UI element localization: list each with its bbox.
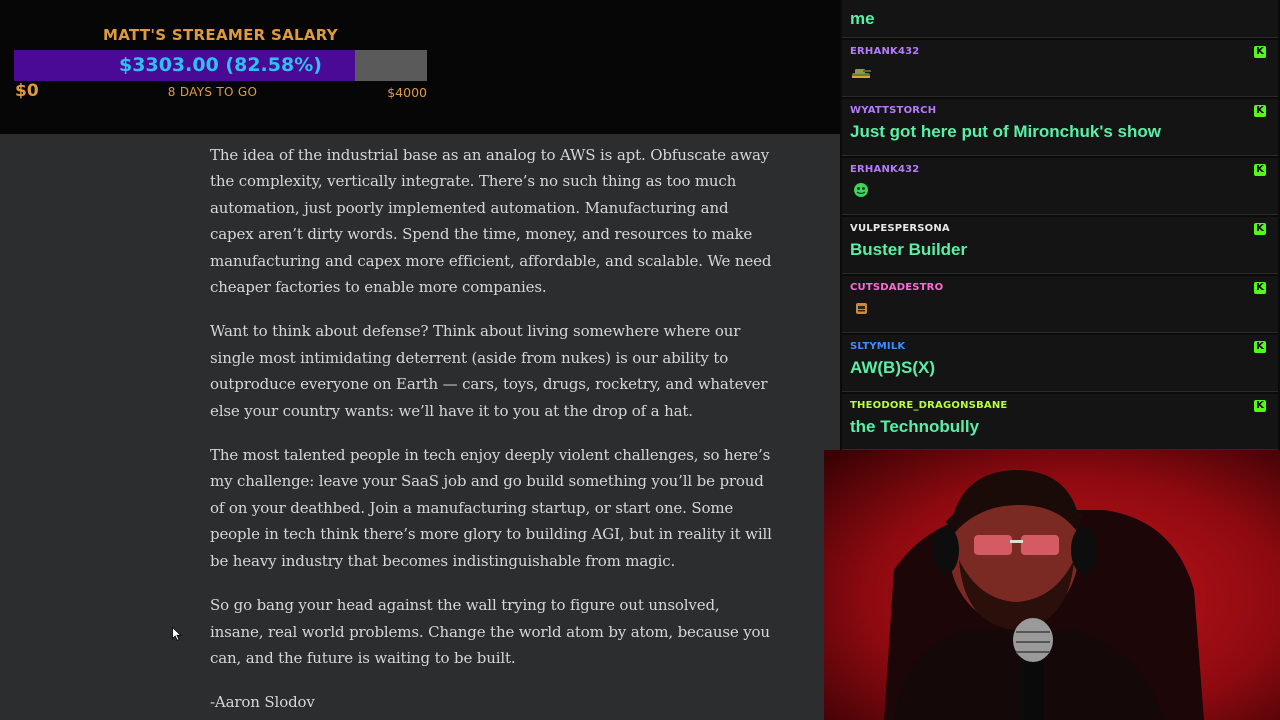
tank-emote-icon: [852, 69, 871, 78]
article-body: The idea of the industrial base as an an…: [210, 142, 775, 720]
chat-username[interactable]: ERHANK432: [850, 46, 919, 57]
chat-username[interactable]: WYATTSTORCH: [850, 105, 936, 116]
goal-title: MATT'S STREAMER SALARY: [103, 26, 338, 44]
mouse-cursor-icon: [172, 627, 182, 641]
article-signature: -Aaron Slodov: [210, 693, 315, 712]
article-paragraph: The most talented people in tech enjoy d…: [210, 446, 772, 570]
chat-message-text: the Technobully: [850, 417, 980, 436]
chat-message: ERHANK432 K: [842, 40, 1278, 97]
chat-message: VULPESPERSONA K Buster Builder: [842, 217, 1278, 274]
chat-message-text: me: [850, 9, 875, 28]
green-face-emote-icon: [854, 183, 868, 197]
chat-username[interactable]: SLTYMILK: [850, 341, 905, 352]
chat-username[interactable]: ERHANK432: [850, 164, 919, 175]
box-emote-icon: [856, 303, 867, 314]
goal-max-label: $4000: [387, 85, 427, 100]
chat-username[interactable]: THEODORE_DRAGONSBANE: [850, 400, 1007, 411]
chat-message-text: AW(B)S(X): [850, 358, 935, 377]
article-page[interactable]: The idea of the industrial base as an an…: [0, 134, 840, 720]
webcam-feed: [824, 450, 1280, 720]
chat-message: SLTYMILK K AW(B)S(X): [842, 335, 1278, 392]
article-paragraph: Want to think about defense? Think about…: [210, 322, 768, 420]
kick-badge-icon: K: [1254, 341, 1266, 353]
chat-username[interactable]: VULPESPERSONA: [850, 223, 950, 234]
kick-badge-icon: K: [1254, 400, 1266, 412]
goal-days-remaining: 8 DAYS TO GO: [167, 85, 258, 99]
goal-amount-label: $3303.00 (82.58%): [119, 54, 322, 76]
chat-panel: me ERHANK432 K WYATTSTORCH K Just got he…: [840, 0, 1280, 450]
chat-message: ERHANK432 K: [842, 158, 1278, 215]
kick-badge-icon: K: [1254, 282, 1266, 294]
chat-message: THEODORE_DRAGONSBANE K the Technobully: [842, 394, 1278, 450]
chat-message: CUTSDADESTRO K: [842, 276, 1278, 333]
chat-message-text: Just got here put of Mironchuk's show: [850, 122, 1161, 141]
salary-goal-widget: MATT'S STREAMER SALARY $3303.00 (82.58%)…: [0, 0, 840, 134]
kick-badge-icon: K: [1254, 105, 1266, 117]
chat-message: me: [842, 0, 1278, 38]
chat-message-text: Buster Builder: [850, 240, 968, 259]
kick-badge-icon: K: [1254, 46, 1266, 58]
kick-badge-icon: K: [1254, 164, 1266, 176]
stream-layout: MATT'S STREAMER SALARY $3303.00 (82.58%)…: [0, 0, 1280, 720]
kick-badge-icon: K: [1254, 223, 1266, 235]
article-paragraph: The idea of the industrial base as an an…: [210, 146, 772, 297]
article-paragraph: So go bang your head against the wall tr…: [210, 596, 770, 667]
streamer-webcam-image: [824, 450, 1280, 720]
chat-message: WYATTSTORCH K Just got here put of Miron…: [842, 99, 1278, 156]
chat-username[interactable]: CUTSDADESTRO: [850, 282, 943, 293]
